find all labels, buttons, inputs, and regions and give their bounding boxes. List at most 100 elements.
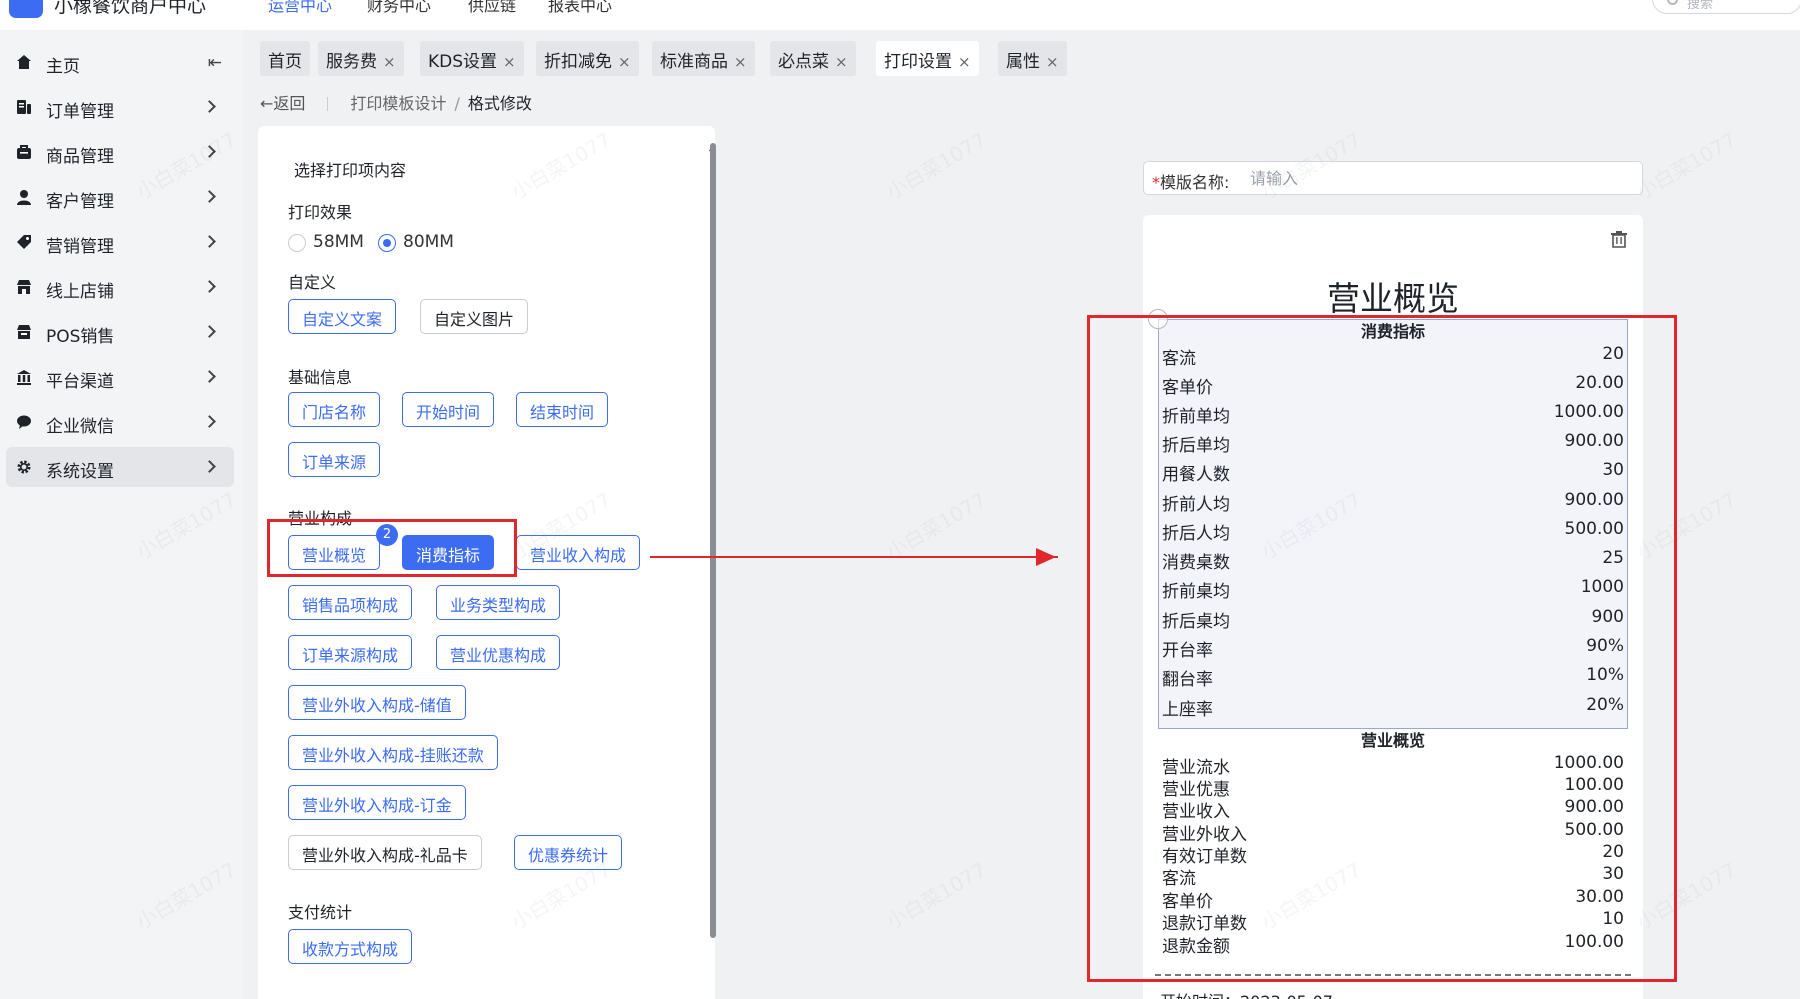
- receipt-title: 营业概览: [1327, 279, 1459, 318]
- chip-business-type-composition[interactable]: 业务类型构成: [436, 585, 561, 620]
- tab-discount[interactable]: 折扣减免 ×: [536, 41, 639, 76]
- tab-service-fee[interactable]: 服务费 ×: [318, 41, 404, 76]
- breadcrumb-separator: /: [454, 94, 460, 113]
- trash-icon[interactable]: [1611, 231, 1627, 248]
- chip-nonop-income-deposit[interactable]: 营业外收入构成-订金: [288, 785, 466, 820]
- app-logo-icon: [9, 0, 43, 18]
- template-name-label-text: 模版名称:: [1160, 173, 1230, 192]
- back-label: 返回: [273, 94, 306, 113]
- tab-required-dish[interactable]: 必点菜 ×: [770, 41, 856, 76]
- close-icon[interactable]: ×: [503, 53, 516, 71]
- tab-label: 属性: [1006, 52, 1040, 72]
- tab-kds-settings[interactable]: KDS设置 ×: [420, 41, 524, 76]
- chip-payment-method-composition[interactable]: 收款方式构成: [288, 929, 413, 964]
- topnav-supply-chain[interactable]: 供应链: [468, 0, 516, 16]
- goods-icon: [17, 145, 31, 159]
- customer-icon: [17, 190, 31, 205]
- chip-custom-text[interactable]: 自定义文案: [288, 299, 397, 334]
- annotation-arrow-line: [650, 556, 1058, 558]
- chevron-right-icon: [203, 415, 216, 428]
- collapse-sidebar-icon[interactable]: ⇤: [208, 53, 222, 73]
- close-icon[interactable]: ×: [958, 53, 971, 71]
- sidebar-item-channels[interactable]: 平台渠道: [6, 357, 234, 397]
- chevron-right-icon: [203, 190, 216, 203]
- sidebar-item-pos[interactable]: POS销售: [6, 312, 234, 352]
- chevron-right-icon: [203, 325, 216, 338]
- chip-order-source-composition[interactable]: 订单来源构成: [288, 635, 413, 670]
- sidebar-item-label: 主页: [46, 57, 80, 77]
- sidebar-item-marketing[interactable]: 营销管理: [6, 222, 234, 262]
- tab-label: 首页: [268, 52, 302, 72]
- chevron-right-icon: [203, 100, 216, 113]
- close-icon[interactable]: ×: [383, 53, 396, 71]
- required-mark: *: [1152, 173, 1160, 192]
- breadcrumb-divider: [327, 97, 329, 111]
- chevron-right-icon: [203, 235, 216, 248]
- breadcrumb: ←返回 打印模板设计 / 格式修改: [260, 90, 532, 114]
- topnav-finance[interactable]: 财务中心: [367, 0, 431, 16]
- tab-label: 标准商品: [660, 52, 728, 72]
- gear-icon: [17, 460, 31, 474]
- sidebar-item-label: 系统设置: [46, 462, 114, 482]
- top-bar: 小橡餐饮商户中心 运营中心 财务中心 供应链 报表中心 搜索: [0, 0, 1800, 30]
- panel-scrollbar[interactable]: [710, 143, 716, 938]
- order-icon: [17, 100, 31, 114]
- radio-80mm[interactable]: [378, 234, 396, 252]
- chevron-right-icon: [203, 280, 216, 293]
- chip-nonop-income-gift-card[interactable]: 营业外收入构成-礼品卡: [288, 835, 482, 870]
- chip-store-name[interactable]: 门店名称: [288, 392, 381, 427]
- close-icon[interactable]: ×: [734, 53, 747, 71]
- chip-sales-item-composition[interactable]: 销售品项构成: [288, 585, 413, 620]
- chip-discount-composition[interactable]: 营业优惠构成: [436, 635, 561, 670]
- back-link[interactable]: ←返回: [260, 94, 305, 113]
- topnav-operations[interactable]: 运营中心: [268, 0, 332, 16]
- chip-order-source[interactable]: 订单来源: [288, 442, 381, 477]
- chip-end-time[interactable]: 结束时间: [516, 392, 609, 427]
- tab-label: KDS设置: [428, 52, 498, 72]
- sidebar-item-home[interactable]: 主页 ⇤: [6, 42, 234, 82]
- wechat-icon: [17, 415, 31, 429]
- topnav-reports[interactable]: 报表中心: [548, 0, 612, 16]
- chip-nonop-income-stored-value[interactable]: 营业外收入构成-储值: [288, 685, 466, 720]
- top-search-input[interactable]: 搜索: [1652, 0, 1800, 14]
- sidebar-item-label: 营销管理: [46, 237, 114, 257]
- home-icon: [17, 55, 31, 69]
- chevron-right-icon: [203, 370, 216, 383]
- radio-58mm-label: 58MM: [313, 232, 364, 252]
- radio-58mm[interactable]: [288, 234, 306, 252]
- tab-attributes[interactable]: 属性 ×: [998, 41, 1067, 76]
- receipt-footer-start-time: 开始时间：2023-05-07: [1160, 988, 1333, 999]
- sidebar-item-settings[interactable]: 系统设置: [6, 447, 234, 487]
- chip-nonop-income-credit[interactable]: 营业外收入构成-挂账还款: [288, 735, 498, 770]
- chip-start-time[interactable]: 开始时间: [402, 392, 495, 427]
- tab-label: 服务费: [326, 52, 377, 72]
- tab-home[interactable]: 首页: [260, 41, 310, 76]
- chip-custom-image[interactable]: 自定义图片: [420, 299, 529, 334]
- breadcrumb-parent[interactable]: 打印模板设计: [350, 94, 446, 113]
- shop-icon: [17, 280, 31, 294]
- sidebar-item-label: 订单管理: [46, 102, 114, 122]
- tab-print-settings[interactable]: 打印设置 ×: [876, 41, 979, 76]
- close-icon[interactable]: ×: [835, 53, 848, 71]
- arrow-left-icon: ←: [260, 94, 274, 113]
- pos-icon: [17, 325, 31, 339]
- sidebar-item-wecom[interactable]: 企业微信: [6, 402, 234, 442]
- search-placeholder: 搜索: [1687, 0, 1714, 12]
- sidebar-item-label: 企业微信: [46, 417, 114, 437]
- sidebar-item-customers[interactable]: 客户管理: [6, 177, 234, 217]
- template-name-label: *模版名称:: [1152, 169, 1229, 193]
- search-icon: [1667, 0, 1678, 5]
- tab-standard-goods[interactable]: 标准商品 ×: [652, 41, 755, 76]
- close-icon[interactable]: ×: [618, 53, 631, 71]
- sidebar-item-orders[interactable]: 订单管理: [6, 87, 234, 127]
- basic-info-label: 基础信息: [288, 368, 353, 387]
- sidebar-item-label: POS销售: [46, 327, 115, 347]
- tag-icon: [17, 235, 31, 249]
- panel-title: 选择打印项内容: [294, 161, 407, 180]
- tab-label: 必点菜: [778, 52, 829, 72]
- template-name-field: *模版名称:: [1143, 161, 1643, 195]
- sidebar-item-online-shop[interactable]: 线上店铺: [6, 267, 234, 307]
- sidebar-item-label: 商品管理: [46, 147, 114, 167]
- close-icon[interactable]: ×: [1046, 53, 1059, 71]
- tab-label: 折扣减免: [544, 52, 612, 72]
